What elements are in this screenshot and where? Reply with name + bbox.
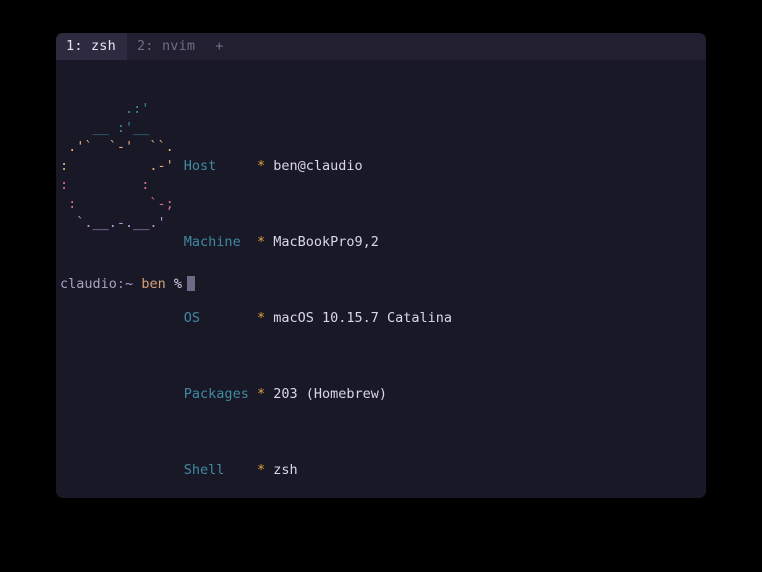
tab-zsh-label: 1: zsh [66, 37, 116, 54]
info-row-host: Host * ben@claudio [184, 157, 452, 176]
info-row-shell: Shell * zsh [184, 461, 452, 480]
info-value: 203 (Homebrew) [273, 386, 388, 402]
shell-prompt-line: claudio:~ ben % [60, 275, 195, 294]
info-row-machine: Machine * MacBookPro9,2 [184, 233, 452, 252]
new-tab-button[interactable]: + [206, 33, 232, 60]
neofetch-output: .:' __ :'__ .'` `-' ``. : .-' : : : `-; … [60, 100, 452, 498]
info-value: zsh [273, 462, 298, 478]
logo-line: : : [60, 177, 150, 193]
info-value: macOS 10.15.7 Catalina [273, 310, 453, 326]
prompt-colon: : [116, 276, 126, 292]
terminal-window: 1: zsh 2: nvim + .:' __ :'__ .'` `-' ``.… [56, 33, 706, 498]
tab-nvim[interactable]: 2: nvim [127, 33, 206, 60]
prompt-sigil: % [173, 276, 182, 292]
prompt-path: ~ [125, 276, 134, 292]
info-label: Host [183, 158, 217, 174]
logo-line: : .-' [60, 158, 174, 174]
apple-ascii-logo: .:' __ :'__ .'` `-' ``. : .-' : : : `-; … [60, 100, 174, 233]
text-cursor[interactable] [187, 276, 195, 291]
info-label: OS [183, 310, 201, 326]
tab-zsh[interactable]: 1: zsh [56, 33, 127, 60]
logo-line: `.__.-.__.' [60, 215, 166, 231]
logo-line: .'` `-' ``. [60, 139, 174, 155]
info-label: Packages [183, 386, 249, 402]
tab-nvim-label: 2: nvim [136, 37, 196, 54]
prompt-hostname: claudio [60, 276, 117, 292]
info-separator: * [256, 462, 266, 478]
logo-line: __ :'__ [60, 120, 150, 136]
info-separator: * [256, 386, 266, 402]
info-value: ben@claudio [273, 158, 363, 174]
prompt-username: ben [141, 276, 166, 292]
info-value: MacBookPro9,2 [273, 234, 379, 250]
terminal-body[interactable]: .:' __ :'__ .'` `-' ``. : .-' : : : `-; … [56, 60, 706, 498]
logo-line: .:' [60, 101, 150, 117]
info-separator: * [256, 234, 266, 250]
system-info-table: Host * ben@claudio Machine * MacBookPro9,2… [184, 100, 452, 498]
info-label: Shell [183, 462, 225, 478]
plus-icon: + [215, 37, 224, 54]
logo-line: : `-; [60, 196, 174, 212]
info-row-packages: Packages * 203 (Homebrew) [184, 385, 452, 404]
info-label: Machine [183, 234, 241, 250]
tab-bar: 1: zsh 2: nvim + [56, 33, 706, 60]
info-row-os: OS * macOS 10.15.7 Catalina [184, 309, 452, 328]
info-separator: * [256, 310, 266, 326]
info-separator: * [256, 158, 266, 174]
